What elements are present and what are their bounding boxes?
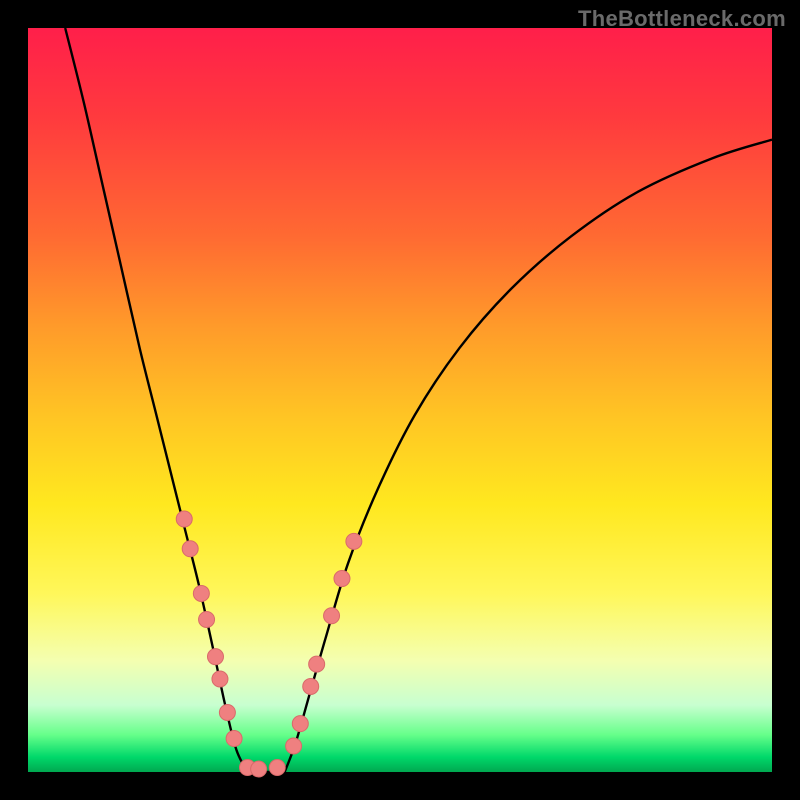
marker-dot xyxy=(193,585,209,601)
marker-dot xyxy=(286,738,302,754)
marker-dot xyxy=(251,761,267,777)
marker-dot xyxy=(207,649,223,665)
marker-dot xyxy=(182,541,198,557)
marker-dot xyxy=(269,760,285,776)
marker-dots-group xyxy=(176,511,362,777)
marker-dot xyxy=(212,671,228,687)
marker-dot xyxy=(334,571,350,587)
marker-dot xyxy=(303,678,319,694)
marker-dot xyxy=(324,608,340,624)
marker-dot xyxy=(199,611,215,627)
marker-dot xyxy=(176,511,192,527)
chart-overlay xyxy=(0,0,800,800)
marker-dot xyxy=(226,731,242,747)
marker-dot xyxy=(219,704,235,720)
marker-dot xyxy=(309,656,325,672)
curve-right xyxy=(285,140,772,772)
marker-dot xyxy=(346,533,362,549)
marker-dot xyxy=(292,716,308,732)
